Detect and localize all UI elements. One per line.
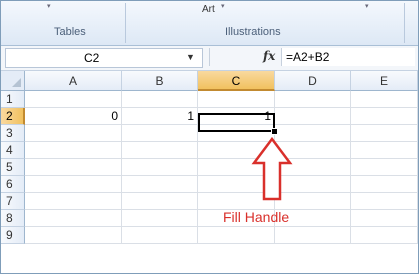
row-header-6[interactable]: 6 <box>1 176 25 193</box>
cell-empty[interactable] <box>122 142 198 159</box>
select-all-button[interactable] <box>1 71 25 91</box>
dropdown-arrow-icon[interactable]: ▾ <box>365 2 369 10</box>
ribbon-separator <box>404 3 405 43</box>
cell-empty[interactable] <box>25 125 122 142</box>
cell-empty[interactable] <box>122 227 198 244</box>
cell-empty[interactable] <box>351 159 418 176</box>
cell-empty[interactable] <box>351 91 418 108</box>
cell-empty[interactable] <box>25 227 122 244</box>
cell-empty[interactable] <box>25 142 122 159</box>
art-label[interactable]: Art <box>202 4 215 15</box>
cell-empty[interactable] <box>25 159 122 176</box>
active-cell-border <box>198 113 275 132</box>
row-header-1[interactable]: 1 <box>1 91 25 108</box>
column-header-c[interactable]: C <box>198 71 275 91</box>
cell-empty[interactable] <box>351 193 418 210</box>
group-label-tables: Tables <box>54 26 86 38</box>
cell-empty[interactable] <box>351 125 418 142</box>
row-header-5[interactable]: 5 <box>1 159 25 176</box>
column-header-b[interactable]: B <box>122 71 198 91</box>
row-header-9[interactable]: 9 <box>1 227 25 244</box>
fill-handle-label: Fill Handle <box>223 209 290 225</box>
excel-window: ▾ Art ▾ ▾ Tables Illustrations C2 ▼ fx =… <box>0 0 419 274</box>
fill-handle[interactable] <box>271 128 278 135</box>
cell-empty[interactable] <box>351 210 418 227</box>
group-label-illustrations: Illustrations <box>225 26 281 38</box>
cell-empty[interactable] <box>122 159 198 176</box>
row-header-2[interactable]: 2 <box>1 108 25 125</box>
cell-a2[interactable]: 0 <box>25 108 122 125</box>
row-header-7[interactable]: 7 <box>1 193 25 210</box>
name-box-value: C2 <box>84 51 100 65</box>
ribbon: ▾ Art ▾ ▾ Tables Illustrations <box>1 1 418 46</box>
cell-empty[interactable] <box>351 176 418 193</box>
cell-empty[interactable] <box>25 210 122 227</box>
cell-b2[interactable]: 1 <box>122 108 198 125</box>
column-header-e[interactable]: E <box>351 71 418 91</box>
column-header-a[interactable]: A <box>25 71 122 91</box>
cell-empty[interactable] <box>351 108 418 125</box>
cell-empty[interactable] <box>198 227 275 244</box>
row-header-8[interactable]: 8 <box>1 210 25 227</box>
cell-empty[interactable] <box>275 91 351 108</box>
up-arrow-icon <box>251 137 293 201</box>
formula-text: =A2+B2 <box>286 50 330 64</box>
row-header-3[interactable]: 3 <box>1 125 25 142</box>
cell-empty[interactable] <box>351 142 418 159</box>
cell-empty[interactable] <box>275 108 351 125</box>
insert-function-icon[interactable]: fx <box>263 49 275 63</box>
art-dropdown-icon[interactable]: ▾ <box>221 2 225 10</box>
chevron-down-icon[interactable]: ▼ <box>186 52 195 62</box>
cell-empty[interactable] <box>122 91 198 108</box>
cell-empty[interactable] <box>122 176 198 193</box>
ribbon-separator <box>125 3 126 43</box>
formula-bar: C2 ▼ fx =A2+B2 <box>1 46 418 71</box>
column-header-d[interactable]: D <box>275 71 351 91</box>
cell-empty[interactable] <box>25 91 122 108</box>
name-box[interactable]: C2 ▼ <box>5 48 203 68</box>
cell-empty[interactable] <box>351 227 418 244</box>
cell-empty[interactable] <box>122 193 198 210</box>
cell-empty[interactable] <box>275 227 351 244</box>
dropdown-arrow-icon[interactable]: ▾ <box>47 2 51 10</box>
formula-bar-splitter[interactable] <box>209 48 224 66</box>
formula-input[interactable]: =A2+B2 <box>281 48 415 66</box>
cell-empty[interactable] <box>198 91 275 108</box>
cell-empty[interactable] <box>122 210 198 227</box>
cell-empty[interactable] <box>25 176 122 193</box>
row-header-4[interactable]: 4 <box>1 142 25 159</box>
cell-empty[interactable] <box>122 125 198 142</box>
cell-empty[interactable] <box>25 193 122 210</box>
